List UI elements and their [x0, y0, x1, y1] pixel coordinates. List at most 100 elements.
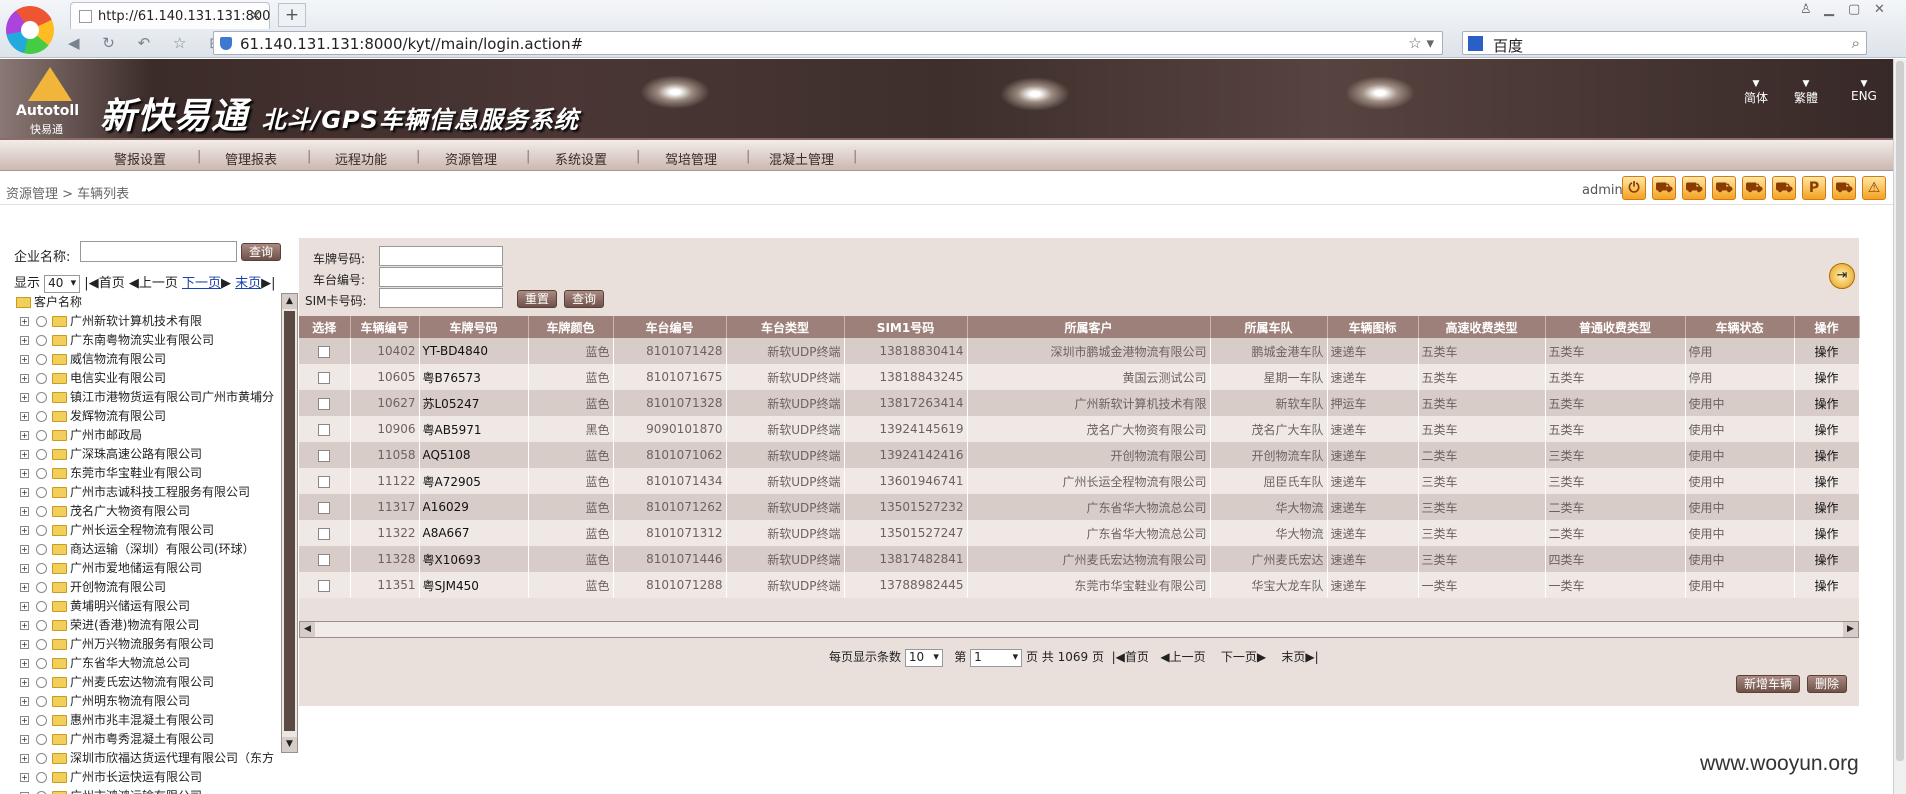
- tree-scrollbar[interactable]: ▲ ▼: [281, 293, 298, 753]
- search-bar[interactable]: 百度 ⌕: [1462, 31, 1867, 55]
- tree-item-label[interactable]: 商达运输（深圳）有限公司(环球）: [70, 542, 255, 556]
- tree-item-label[interactable]: 惠州市兆丰混凝土有限公司: [70, 713, 214, 727]
- delete-button[interactable]: 删除: [1807, 675, 1848, 693]
- tree-item[interactable]: + 黄埔明兴储运有限公司: [14, 597, 277, 616]
- minimize-icon[interactable]: ▁: [1824, 2, 1834, 17]
- page-size-select[interactable]: 40: [44, 274, 81, 293]
- table-row[interactable]: 11351 粤SJM450 蓝色 8101071288 新软UDP终端 137889824…: [299, 572, 1860, 598]
- column-header[interactable]: 普通收费类型: [1545, 316, 1686, 338]
- tree-item-label[interactable]: 黄埔明兴储运有限公司: [70, 599, 190, 613]
- tree-item-label[interactable]: 广州市志诚科技工程服务有限公司: [70, 485, 250, 499]
- operate-link[interactable]: 操作: [1794, 520, 1860, 546]
- operate-link[interactable]: 操作: [1794, 468, 1860, 494]
- operate-link[interactable]: 操作: [1794, 364, 1860, 390]
- left-prev-link[interactable]: 上一页: [139, 276, 178, 291]
- car-icon[interactable]: ⛟: [1682, 176, 1706, 200]
- radio-button[interactable]: [36, 544, 47, 555]
- tree-item-label[interactable]: 广州市爱地储运有限公司: [70, 561, 202, 575]
- reset-button[interactable]: 重置: [517, 290, 558, 308]
- radio-button[interactable]: [36, 601, 47, 612]
- table-row[interactable]: 10627 苏L05247 蓝色 8101071328 新软UDP终端 138172634…: [299, 390, 1860, 416]
- sim-input[interactable]: [379, 288, 503, 308]
- menu-alarm-settings[interactable]: 警报设置: [114, 149, 166, 168]
- browser-tab[interactable]: http://61.140.131.131:800 ×: [70, 2, 270, 29]
- radio-button[interactable]: [36, 620, 47, 631]
- tree-item-label[interactable]: 深圳市欣福达货运代理有限公司（东方: [70, 751, 274, 765]
- expand-icon[interactable]: +: [20, 355, 29, 364]
- tree-item-label[interactable]: 广州市邮政局: [70, 428, 142, 442]
- column-header[interactable]: 所属车队: [1210, 316, 1328, 338]
- tree-item-label[interactable]: 电信实业有限公司: [70, 371, 166, 385]
- table-row[interactable]: 10605 粤B76573 蓝色 8101071675 新软UDP终端 138188432…: [299, 364, 1860, 390]
- tree-item-label[interactable]: 荣进(香港)物流有限公司: [70, 618, 199, 632]
- tree-item-label[interactable]: 广州长运全程物流有限公司: [70, 523, 214, 537]
- tree-item-label[interactable]: 广州市鸿鸿运输有限公司: [70, 789, 202, 794]
- tree-item-label[interactable]: 广东省华大物流总公司: [70, 656, 190, 670]
- row-checkbox[interactable]: [318, 475, 331, 488]
- table-row[interactable]: 11058 AQ5108 蓝色 8101071062 新软UDP终端 1392414241…: [299, 442, 1860, 468]
- left-next-link[interactable]: 下一页: [182, 276, 221, 291]
- scroll-right-icon[interactable]: ▶: [1843, 622, 1858, 637]
- tree-item[interactable]: + 广东省华大物流总公司: [14, 654, 277, 673]
- exit-icon[interactable]: ⇥: [1829, 263, 1855, 289]
- expand-icon[interactable]: +: [20, 621, 29, 630]
- scroll-thumb[interactable]: [284, 311, 295, 731]
- tree-item-label[interactable]: 威信物流有限公司: [70, 352, 166, 366]
- car-icon[interactable]: ⛟: [1832, 176, 1856, 200]
- power-icon[interactable]: ⏻: [1622, 176, 1646, 200]
- tree-item[interactable]: + 惠州市兆丰混凝土有限公司: [14, 711, 277, 730]
- column-header[interactable]: 操作: [1794, 316, 1860, 338]
- expand-icon[interactable]: +: [20, 469, 29, 478]
- browser-logo-icon[interactable]: [6, 6, 54, 54]
- tree-item-label[interactable]: 广东南粤物流实业有限公司: [70, 333, 214, 347]
- first-page-icon[interactable]: |◀: [1112, 650, 1125, 664]
- menu-reports[interactable]: 管理报表: [225, 149, 277, 168]
- expand-icon[interactable]: +: [20, 336, 29, 345]
- operate-link[interactable]: 操作: [1794, 572, 1860, 598]
- column-header[interactable]: 高速收费类型: [1418, 316, 1546, 338]
- row-checkbox[interactable]: [318, 527, 331, 540]
- tree-item[interactable]: + 开创物流有限公司: [14, 578, 277, 597]
- expand-icon[interactable]: +: [20, 773, 29, 782]
- company-search-input[interactable]: [80, 241, 237, 262]
- tree-item-label[interactable]: 广州新软计算机技术有限: [70, 314, 202, 328]
- column-header[interactable]: 车台类型: [726, 316, 845, 338]
- bookmark-star-icon[interactable]: ☆ ▾: [1408, 34, 1434, 52]
- search-icon[interactable]: ⌕: [1852, 34, 1860, 52]
- expand-icon[interactable]: +: [20, 697, 29, 706]
- page-scroll-thumb[interactable]: [1896, 61, 1904, 761]
- lang-simplified[interactable]: ▼ 简体: [1744, 79, 1768, 106]
- first-page-link[interactable]: 首页: [1125, 650, 1149, 664]
- address-bar[interactable]: 61.140.131.131:8000/kyt//main/login.acti…: [213, 31, 1443, 55]
- tree-item[interactable]: + 东莞市华宝鞋业有限公司: [14, 464, 277, 483]
- row-checkbox[interactable]: [318, 345, 331, 358]
- radio-button[interactable]: [36, 715, 47, 726]
- column-header[interactable]: 选择: [299, 316, 351, 338]
- row-checkbox[interactable]: [318, 501, 331, 514]
- expand-icon[interactable]: +: [20, 317, 29, 326]
- row-checkbox[interactable]: [318, 397, 331, 410]
- menu-system[interactable]: 系统设置: [555, 149, 607, 168]
- page-select[interactable]: 1: [970, 648, 1023, 667]
- nav-buttons[interactable]: ◀ ↻ ↶ ☆ ⊞: [68, 34, 231, 52]
- tree-item-label[interactable]: 开创物流有限公司: [70, 580, 166, 594]
- tree-item-label[interactable]: 广州明东物流有限公司: [70, 694, 190, 708]
- maximize-icon[interactable]: ▢: [1848, 2, 1860, 17]
- last-page-icon[interactable]: ▶|: [1305, 650, 1318, 664]
- radio-button[interactable]: [36, 392, 47, 403]
- add-vehicle-button[interactable]: 新增车辆: [1736, 675, 1801, 693]
- select-cell[interactable]: [299, 572, 351, 598]
- tree-item-label[interactable]: 镇江市港物货运有限公司广州市黄埔分: [70, 390, 274, 404]
- tree-item[interactable]: + 电信实业有限公司: [14, 369, 277, 388]
- expand-icon[interactable]: +: [20, 374, 29, 383]
- warning-icon[interactable]: ⚠: [1862, 176, 1886, 200]
- tree-item[interactable]: + 广州市粤秀混凝土有限公司: [14, 730, 277, 749]
- operate-link[interactable]: 操作: [1794, 416, 1860, 442]
- table-row[interactable]: 11328 粤X10693 蓝色 8101071446 新软UDP终端 138174828…: [299, 546, 1860, 572]
- expand-icon[interactable]: +: [20, 583, 29, 592]
- tree-item[interactable]: + 广深珠高速公路有限公司: [14, 445, 277, 464]
- tree-item-label[interactable]: 广州市粤秀混凝土有限公司: [70, 732, 214, 746]
- tree-item[interactable]: + 商达运输（深圳）有限公司(环球）: [14, 540, 277, 559]
- tree-item[interactable]: + 广州万兴物流服务有限公司: [14, 635, 277, 654]
- query-button[interactable]: 查询: [564, 290, 605, 308]
